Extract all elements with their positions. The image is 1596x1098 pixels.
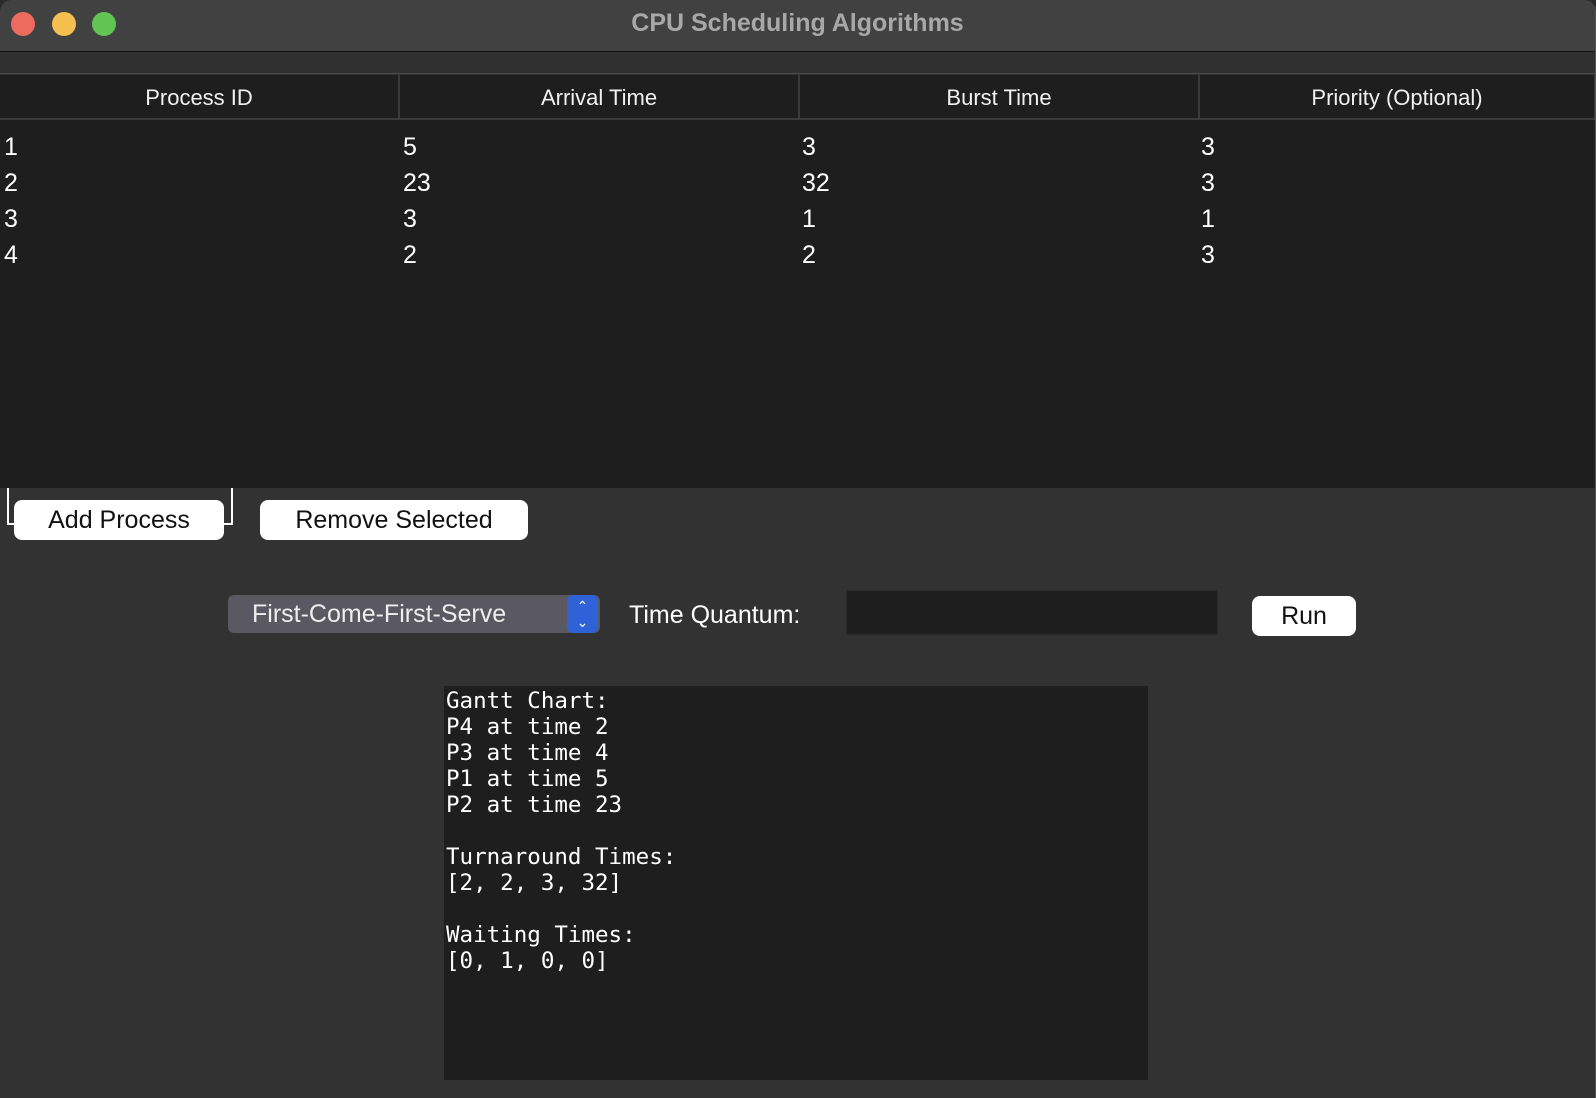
time-quantum-label: Time Quantum: [629, 601, 801, 629]
cell-arrival-time: 3 [403, 205, 417, 233]
cell-burst-time: 2 [802, 241, 816, 269]
cell-priority: 3 [1201, 169, 1215, 197]
add-process-button[interactable]: Add Process [14, 500, 224, 540]
table-row[interactable]: 1 5 3 3 [0, 129, 1595, 165]
algorithm-select[interactable]: First-Come-First-Serve ⌃ ⌄ [228, 595, 600, 633]
cell-process-id: 4 [4, 241, 18, 269]
output-line: P3 at time 4 [446, 740, 609, 766]
window-title: CPU Scheduling Algorithms [631, 9, 964, 37]
table-row[interactable]: 3 3 1 1 [0, 201, 1595, 237]
algorithm-selected-value: First-Come-First-Serve [252, 600, 507, 628]
time-quantum-input[interactable] [846, 590, 1218, 635]
table-row[interactable]: 2 23 32 3 [0, 165, 1595, 201]
output-line: P1 at time 5 [446, 766, 609, 792]
cell-arrival-time: 5 [403, 133, 417, 161]
cell-burst-time: 3 [802, 133, 816, 161]
output-line: Turnaround Times: [446, 844, 677, 870]
cell-priority: 1 [1201, 205, 1215, 233]
cell-priority: 3 [1201, 241, 1215, 269]
column-header-priority[interactable]: Priority (Optional) [1200, 75, 1595, 120]
cell-process-id: 1 [4, 133, 18, 161]
process-table[interactable]: Process ID Arrival Time Burst Time Prior… [0, 75, 1595, 488]
cell-arrival-time: 23 [403, 169, 431, 197]
column-header-burst-time[interactable]: Burst Time [800, 75, 1200, 120]
run-button[interactable]: Run [1252, 596, 1356, 636]
output-line: P4 at time 2 [446, 714, 609, 740]
remove-selected-button[interactable]: Remove Selected [260, 500, 528, 540]
cell-priority: 3 [1201, 133, 1215, 161]
table-header: Process ID Arrival Time Burst Time Prior… [0, 75, 1595, 120]
title-bar: CPU Scheduling Algorithms [0, 0, 1595, 52]
column-header-process-id[interactable]: Process ID [0, 75, 400, 120]
cell-process-id: 3 [4, 205, 18, 233]
cell-arrival-time: 2 [403, 241, 417, 269]
toolbar-strip [0, 53, 1595, 74]
output-line: [0, 1, 0, 0] [446, 948, 609, 974]
output-line: P2 at time 23 [446, 792, 623, 818]
cell-burst-time: 1 [802, 205, 816, 233]
chevron-up-down-icon: ⌃ ⌄ [567, 595, 598, 633]
column-header-arrival-time[interactable]: Arrival Time [400, 75, 800, 120]
results-output[interactable]: Gantt Chart: P4 at time 2 P3 at time 4 P1 a… [444, 686, 1148, 1080]
output-line: Gantt Chart: [446, 688, 609, 714]
table-row[interactable]: 4 2 2 3 [0, 237, 1595, 273]
app-window: CPU Scheduling Algorithms Process ID Arr… [0, 0, 1596, 1098]
cell-burst-time: 32 [802, 169, 830, 197]
output-line: Waiting Times: [446, 922, 636, 948]
cell-process-id: 2 [4, 169, 18, 197]
output-line: [2, 2, 3, 32] [446, 870, 623, 896]
